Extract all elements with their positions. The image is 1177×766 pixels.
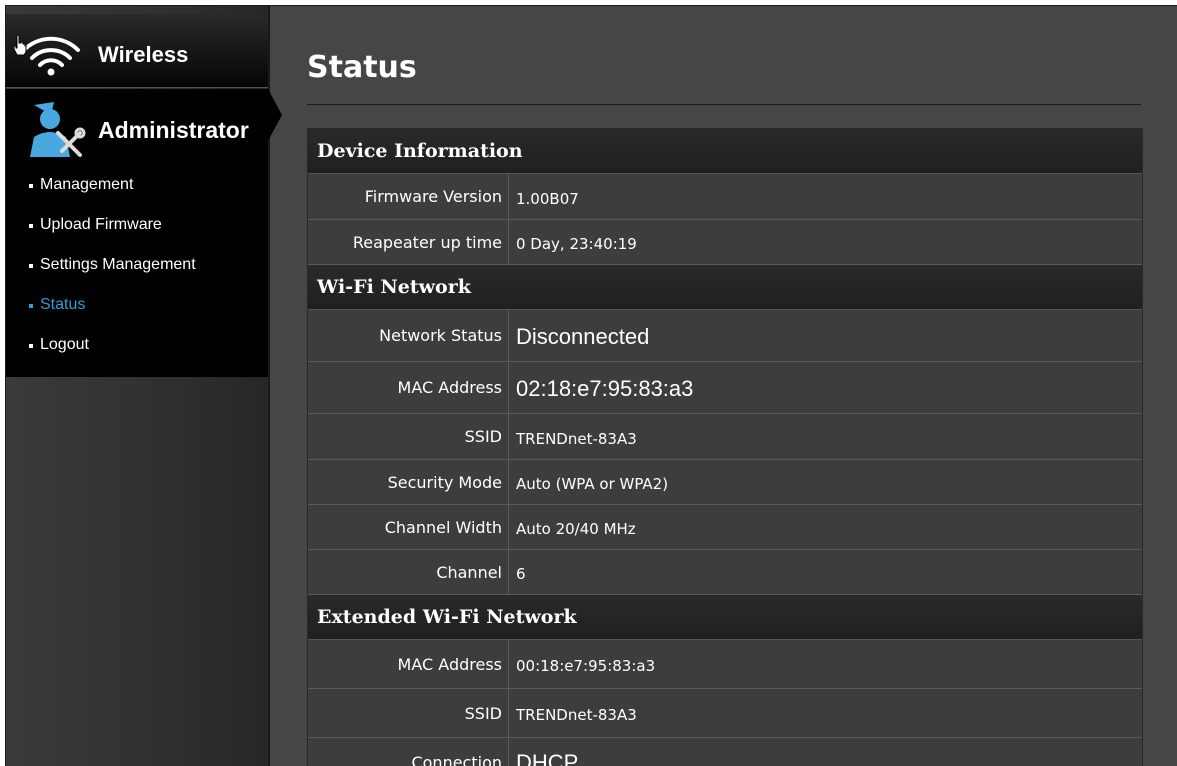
row-label: Reapeater up time [308,220,509,264]
row-value: 00:18:e7:95:83:a3 [516,657,656,675]
section-extended-wifi-network: Extended Wi-Fi Network [308,595,1142,640]
menu-item-management[interactable]: Management [6,175,196,215]
menu-item-label: Status [40,296,86,313]
bullet-marker [29,344,33,348]
row-connection: Connection DHCP [308,738,1142,766]
menu-item-logout[interactable]: Logout [6,335,196,375]
sidebar: Wireless Administrator Management Upload… [6,6,282,766]
bullet-marker [29,224,33,228]
title-divider [307,104,1141,105]
main-content: Status Device Information Firmware Versi… [270,6,1177,766]
row-channel-width: Channel Width Auto 20/40 MHz [308,505,1142,550]
row-label: Channel [308,550,509,594]
row-value: 0 Day, 23:40:19 [516,235,637,253]
admin-tools-icon [30,102,86,157]
row-label: Network Status [308,310,509,361]
row-value: 02:18:e7:95:83:a3 [516,375,694,401]
nav-administrator-label: Administrator [98,117,249,143]
hand-cursor-icon [13,34,27,56]
menu-item-settings-management[interactable]: Settings Management [6,255,196,295]
row-mac-address: MAC Address 02:18:e7:95:83:a3 [308,362,1142,414]
admin-menu: Management Upload Firmware Settings Mana… [6,175,196,375]
row-firmware-version: Firmware Version 1.00B07 [308,174,1142,220]
row-value: Auto (WPA or WPA2) [516,475,669,493]
row-value: TRENDnet-83A3 [516,429,637,448]
row-label: Channel Width [308,505,509,549]
page-title: Status [307,50,417,85]
nav-administrator[interactable]: Administrator [6,89,282,159]
bullet-marker [29,304,33,308]
row-value: Auto 20/40 MHz [516,520,636,538]
row-value: 6 [516,565,526,583]
nav-wireless[interactable]: Wireless [6,14,268,88]
row-value: Disconnected [516,323,650,349]
row-value: 1.00B07 [516,189,579,208]
row-uptime: Reapeater up time 0 Day, 23:40:19 [308,220,1142,265]
row-label: Connection [308,738,509,766]
wifi-icon [22,36,80,76]
row-value: DHCP [516,750,579,766]
status-panel: Device Information Firmware Version 1.00… [307,128,1143,766]
admin-section: Administrator Management Upload Firmware… [6,89,282,377]
bullet-marker [29,264,33,268]
row-label: SSID [308,689,509,737]
row-label: SSID [308,414,509,459]
bullet-marker [29,184,33,188]
row-network-status: Network Status Disconnected [308,310,1142,362]
row-label: Security Mode [308,460,509,504]
row-channel: Channel 6 [308,550,1142,595]
row-extended-mac-address: MAC Address 00:18:e7:95:83:a3 [308,640,1142,689]
menu-item-label: Management [40,176,134,193]
menu-item-status[interactable]: Status [6,295,196,335]
row-label: MAC Address [308,362,509,413]
menu-item-label: Settings Management [40,256,196,273]
router-admin-frame: Wireless Administrator Management Upload… [5,5,1177,766]
menu-item-label: Logout [40,336,89,353]
menu-item-label: Upload Firmware [40,216,162,233]
row-label: MAC Address [308,640,509,688]
row-label: Firmware Version [308,174,509,219]
row-security-mode: Security Mode Auto (WPA or WPA2) [308,460,1142,505]
row-extended-ssid: SSID TRENDnet-83A3 [308,689,1142,738]
row-ssid: SSID TRENDnet-83A3 [308,414,1142,460]
section-device-information: Device Information [308,129,1142,174]
menu-item-upload-firmware[interactable]: Upload Firmware [6,215,196,255]
row-value: TRENDnet-83A3 [516,706,637,724]
nav-wireless-label: Wireless [98,42,189,67]
section-wifi-network: Wi-Fi Network [308,265,1142,310]
